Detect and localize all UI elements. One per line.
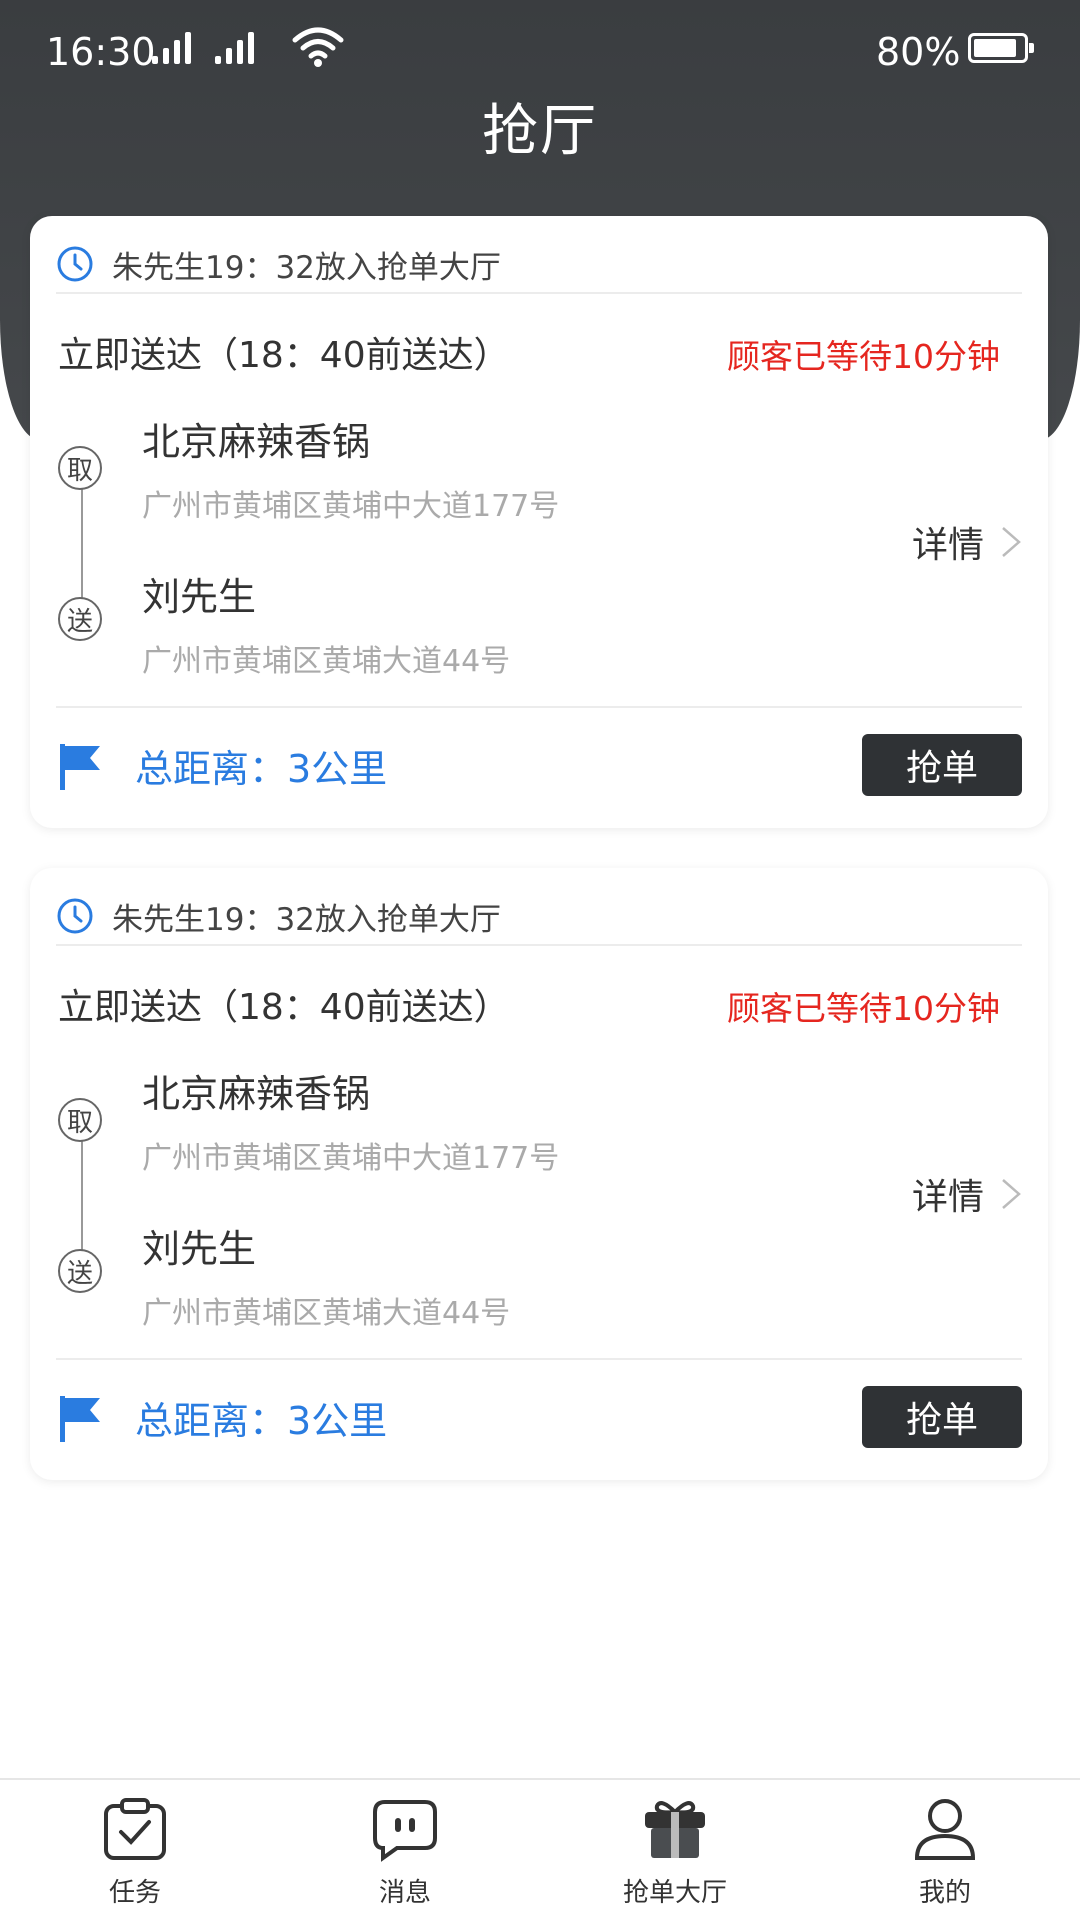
clipboard-check-icon [104,1798,166,1860]
route-line [81,486,83,611]
tab-label: 我的 [918,1878,971,1908]
grab-order-button[interactable]: 抢单 [862,1386,1022,1448]
dropoff-name: 刘先生 [142,1227,257,1271]
wait-time-alert: 顾客已等待10分钟 [727,989,1000,1028]
signal-icon-secondary [215,30,254,64]
total-distance: 总距离：3公里 [135,1399,388,1443]
pickup-name: 北京麻辣香锅 [142,1072,371,1116]
clock-icon [57,898,93,934]
chevron-right-icon [1002,1179,1021,1209]
pickup-name: 北京麻辣香锅 [142,420,371,464]
chat-bubble-icon [373,1800,437,1862]
tab-tasks[interactable]: 任务 [0,1780,270,1920]
signal-icon [152,30,191,64]
app-screen: 16:30 80% 抢厅 朱先生19：32放入抢单大厅 立即送达（18：40前送… [0,0,1080,1920]
clock-icon [57,246,93,282]
dropoff-marker: 送 [58,597,102,641]
battery-percent: 80% [876,30,961,74]
tab-label: 抢单大厅 [622,1878,727,1908]
status-bar: 16:30 80% [0,0,1080,100]
delivery-time: 立即送达（18：40前送达） [58,987,510,1028]
dropoff-name: 刘先生 [142,575,257,619]
tab-label: 任务 [108,1878,161,1908]
order-card: 朱先生19：32放入抢单大厅 立即送达（18：40前送达） 顾客已等待10分钟 … [30,868,1048,1480]
flag-icon [60,1396,100,1442]
order-card-header: 朱先生19：32放入抢单大厅 [56,888,1022,946]
pickup-marker: 取 [58,1098,102,1142]
detail-link[interactable]: 详情 [912,1168,1022,1220]
status-time: 16:30 [46,30,156,74]
delivery-time: 立即送达（18：40前送达） [58,335,510,376]
pickup-marker: 取 [58,446,102,490]
total-distance: 总距离：3公里 [135,747,388,791]
detail-label: 详情 [911,525,984,566]
dropoff-marker: 送 [58,1249,102,1293]
detail-link[interactable]: 详情 [912,516,1022,568]
tab-messages[interactable]: 消息 [270,1780,540,1920]
wait-time-alert: 顾客已等待10分钟 [727,337,1000,376]
gift-box-icon [645,1801,705,1858]
tab-grab-hall[interactable]: 抢单大厅 [540,1780,810,1920]
card-divider [56,1358,1022,1360]
bottom-tab-bar: 任务 消息 抢单大厅 我的 [0,1778,1080,1920]
pickup-address: 广州市黄埔区黄埔中大道177号 [142,489,560,524]
battery-icon [968,33,1034,63]
tab-label: 消息 [378,1878,431,1908]
order-card-header: 朱先生19：32放入抢单大厅 [56,236,1022,294]
dropoff-address: 广州市黄埔区黄埔大道44号 [142,1296,511,1331]
dropoff-address: 广州市黄埔区黄埔大道44号 [142,644,511,679]
tab-profile[interactable]: 我的 [810,1780,1080,1920]
flag-icon [60,744,100,790]
order-placed-text: 朱先生19：32放入抢单大厅 [112,901,501,938]
chevron-right-icon [1002,527,1021,557]
pickup-address: 广州市黄埔区黄埔中大道177号 [142,1141,560,1176]
card-divider [56,706,1022,708]
wifi-icon [292,27,344,67]
order-card: 朱先生19：32放入抢单大厅 立即送达（18：40前送达） 顾客已等待10分钟 … [30,216,1048,828]
grab-order-button[interactable]: 抢单 [862,734,1022,796]
order-placed-text: 朱先生19：32放入抢单大厅 [112,249,501,286]
user-icon [914,1799,976,1860]
page-title: 抢厅 [482,99,598,164]
detail-label: 详情 [911,1177,984,1218]
route-line [81,1138,83,1263]
